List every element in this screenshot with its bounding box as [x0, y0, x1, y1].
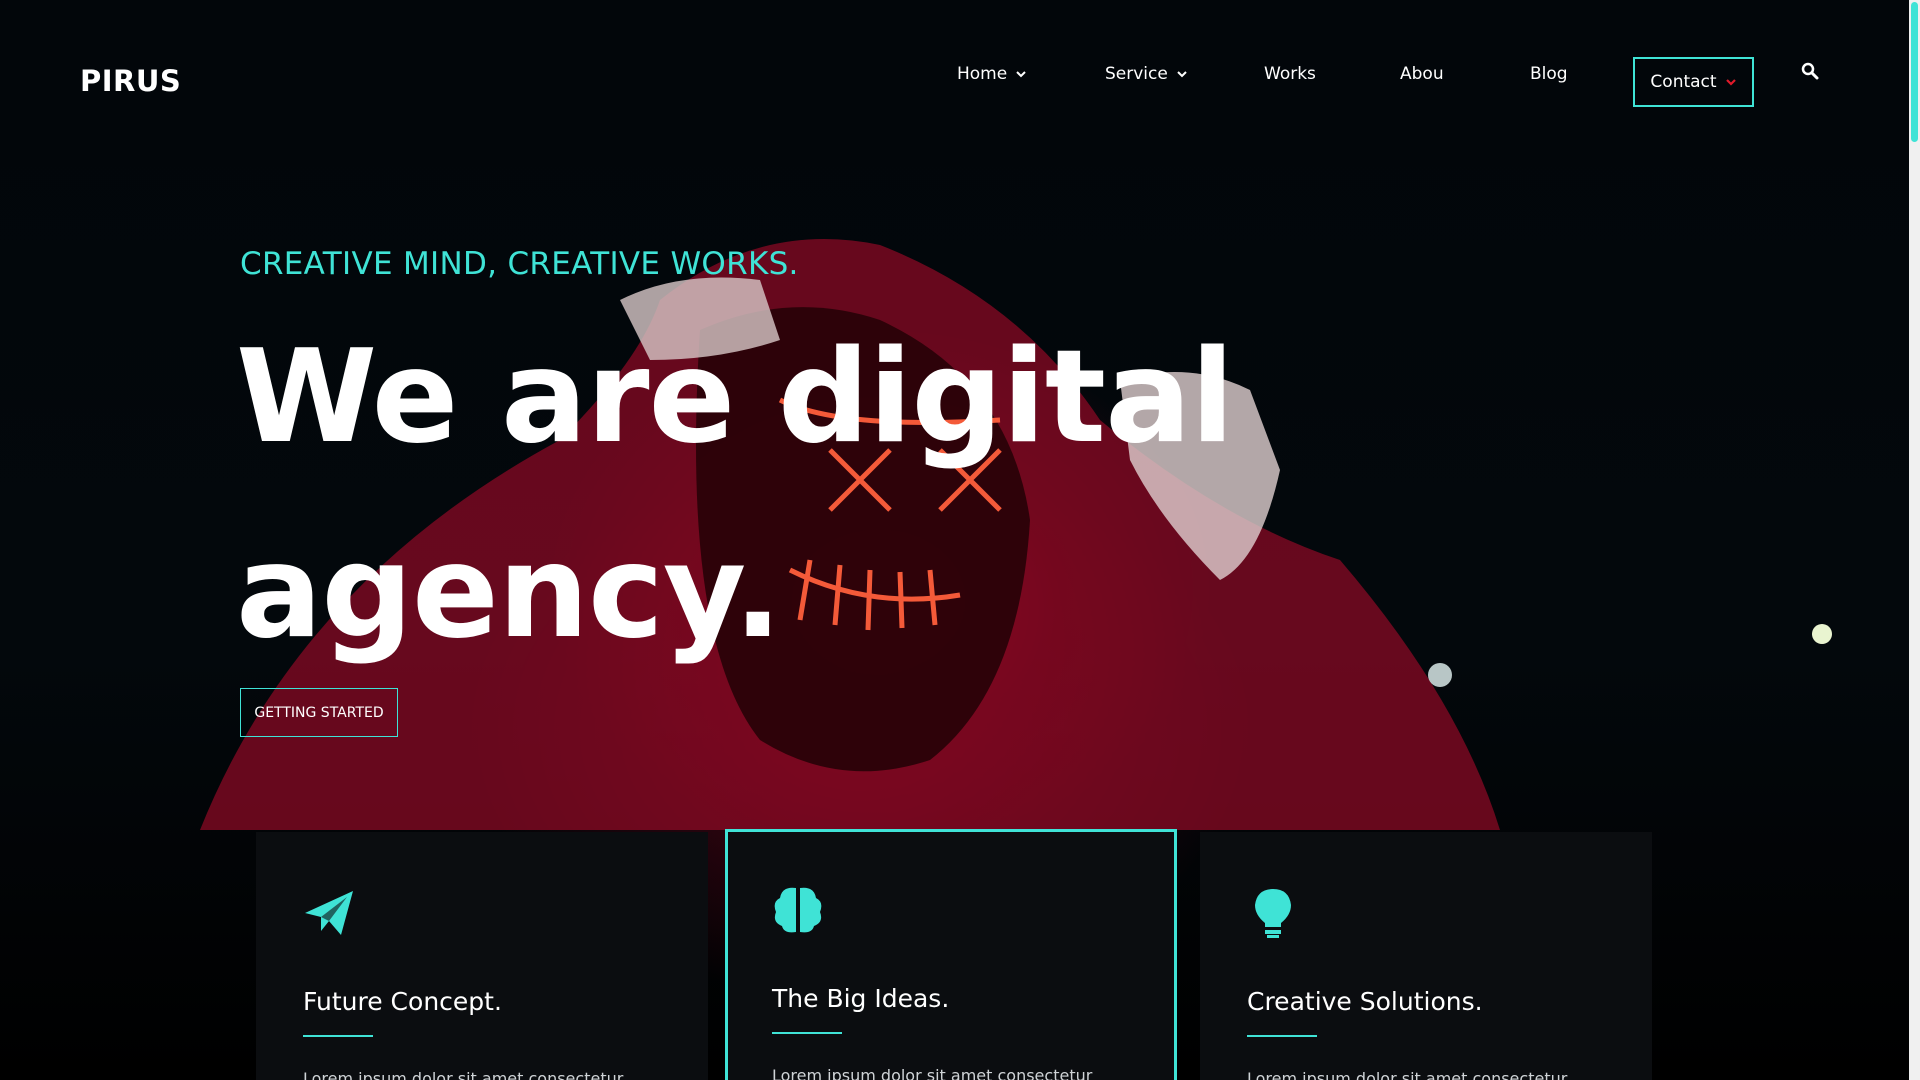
feature-title: Creative Solutions. — [1247, 987, 1483, 1016]
search-icon[interactable] — [1801, 62, 1819, 80]
chevron-down-icon — [1725, 79, 1736, 86]
feature-body: Lorem ipsum dolor sit amet consectetur — [1247, 1069, 1568, 1080]
hero-headline: We are digital agency. — [236, 300, 1336, 690]
nav-item-label: Service — [1105, 64, 1168, 84]
nav-item-label: Works — [1264, 64, 1316, 84]
site-logo[interactable]: PIRUS — [80, 64, 181, 98]
feature-title: The Big Ideas. — [772, 984, 950, 1013]
getting-started-button[interactable]: GETTING STARTED — [240, 688, 398, 737]
feature-body: Lorem ipsum dolor sit amet consectetur — [772, 1066, 1093, 1080]
title-underline — [1247, 1035, 1317, 1037]
hero-tagline: CREATIVE MIND, CREATIVE WORKS. — [240, 246, 799, 282]
feature-card-big-ideas[interactable]: The Big Ideas. Lorem ipsum dolor sit ame… — [725, 829, 1177, 1080]
nav-item-home[interactable]: Home — [957, 64, 1027, 84]
chevron-down-icon — [1016, 71, 1026, 78]
nav-item-about[interactable]: Abou — [1400, 64, 1444, 84]
title-underline — [772, 1032, 842, 1034]
feature-title: Future Concept. — [303, 987, 502, 1016]
nav-item-works[interactable]: Works — [1264, 64, 1316, 84]
contact-button[interactable]: Contact — [1633, 57, 1754, 107]
chevron-down-icon — [1177, 71, 1187, 78]
brain-icon — [774, 887, 822, 933]
headline-line-2: agency. — [236, 518, 782, 667]
nav-item-service[interactable]: Service — [1105, 64, 1188, 84]
scrollbar-thumb[interactable] — [1911, 2, 1918, 142]
nav-item-blog[interactable]: Blog — [1530, 64, 1568, 84]
page-scrollbar[interactable] — [1909, 0, 1920, 1080]
nav-item-label: Home — [957, 64, 1008, 84]
nav-item-label: Blog — [1530, 64, 1568, 84]
headline-line-1: We are digital — [236, 323, 1234, 472]
paper-plane-icon — [305, 891, 353, 935]
feature-card-future-concept[interactable]: Future Concept. Lorem ipsum dolor sit am… — [256, 832, 708, 1080]
title-underline — [303, 1035, 373, 1037]
nav-item-label: Abou — [1400, 64, 1444, 84]
feature-card-creative-solutions[interactable]: Creative Solutions. Lorem ipsum dolor si… — [1200, 832, 1652, 1080]
contact-label: Contact — [1650, 72, 1717, 92]
feature-body: Lorem ipsum dolor sit amet consectetur — [303, 1069, 624, 1080]
lightbulb-icon — [1255, 889, 1291, 938]
